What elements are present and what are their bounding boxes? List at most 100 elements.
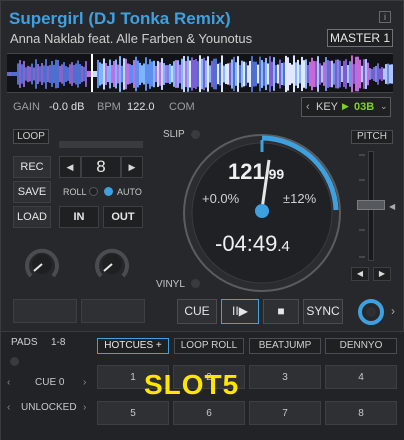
key-left-arrow-icon[interactable]: ‹: [306, 101, 310, 113]
play-pause-button[interactable]: II▶: [221, 299, 259, 324]
waveform-graphic: [7, 54, 393, 92]
expand-right-icon[interactable]: ›: [391, 304, 395, 318]
mode-loop-roll[interactable]: LOOP ROLL: [174, 338, 244, 354]
master-sync-icon[interactable]: [358, 299, 384, 325]
waveform-bar: [231, 59, 233, 89]
waveform-bar: [333, 63, 335, 85]
pitch-up-icon[interactable]: ▶: [373, 267, 391, 281]
waveform-bar: [251, 56, 253, 92]
cue-button[interactable]: CUE: [177, 299, 217, 324]
pitch-slider-handle[interactable]: [357, 200, 385, 210]
waveform-bar: [93, 71, 95, 77]
loop-in-button[interactable]: IN: [59, 206, 99, 228]
waveform-bar: [373, 67, 375, 81]
loop-out-button[interactable]: OUT: [103, 206, 143, 228]
waveform-bar: [191, 57, 193, 91]
pad-6[interactable]: 6: [173, 401, 245, 425]
vinyl-toggle-icon[interactable]: [191, 279, 200, 288]
waveform-bar: [249, 60, 251, 88]
waveform-bar: [335, 59, 337, 89]
waveform-bar: [89, 71, 91, 77]
pad-5[interactable]: 5: [97, 401, 169, 425]
fx-slot-2[interactable]: [81, 299, 145, 323]
mode-hotcues[interactable]: HOTCUES +: [97, 338, 169, 354]
waveform-bar: [119, 56, 121, 92]
waveform-overview[interactable]: [7, 53, 393, 93]
roll-dot-icon[interactable]: [89, 187, 98, 196]
mode-dennyo[interactable]: DENNYO: [325, 338, 397, 354]
waveform-bar: [13, 72, 15, 76]
pad-7[interactable]: 7: [249, 401, 321, 425]
remaining-time: -04:49.4: [215, 231, 290, 257]
pad-4[interactable]: 4: [325, 365, 397, 389]
loop-double-icon[interactable]: ▶: [121, 156, 143, 178]
waveform-bar: [153, 60, 155, 88]
waveform-bar: [177, 60, 179, 88]
waveform-bar: [127, 63, 129, 85]
gain-label: GAIN: [13, 101, 40, 113]
pitch-down-icon[interactable]: ◀: [351, 267, 369, 281]
vinyl-label: VINYL: [156, 279, 185, 290]
cue-prev-icon[interactable]: ‹: [7, 377, 10, 388]
cue-selector[interactable]: ‹ CUE 0 ›: [7, 377, 87, 391]
loop-label: LOOP: [13, 129, 49, 144]
waveform-bar: [155, 65, 157, 83]
waveform-bar: [235, 62, 237, 86]
auto-dot-icon[interactable]: [104, 187, 113, 196]
waveform-bar: [195, 59, 197, 89]
com-label: COM: [169, 101, 195, 113]
gain-value[interactable]: -0.0 dB: [49, 101, 84, 113]
loop-length-value: 8: [81, 156, 121, 178]
mode-beatjump[interactable]: BEATJUMP: [249, 338, 321, 354]
waveform-bar: [41, 63, 43, 85]
waveform-bar: [105, 63, 107, 85]
waveform-bar: [227, 63, 229, 85]
pad-3[interactable]: 3: [249, 365, 321, 389]
load-button[interactable]: LOAD: [13, 206, 51, 228]
lock-prev-icon[interactable]: ‹: [7, 402, 10, 413]
playhead-marker: [91, 54, 93, 92]
waveform-bar: [219, 62, 221, 86]
fx-knob-1[interactable]: [23, 245, 61, 283]
sync-button[interactable]: SYNC: [303, 299, 343, 324]
fx-knob-2[interactable]: [93, 245, 131, 283]
lock-next-icon[interactable]: ›: [83, 402, 86, 413]
time-main: -04:49: [215, 231, 278, 256]
key-selector[interactable]: ‹ KEY ▶ 03B ⌄: [301, 97, 391, 117]
rec-button[interactable]: REC: [13, 156, 51, 178]
jog-wheel[interactable]: [181, 132, 343, 294]
save-button[interactable]: SAVE: [13, 181, 51, 203]
waveform-bar: [193, 60, 195, 88]
stop-button[interactable]: ■: [263, 299, 299, 324]
waveform-bar: [57, 60, 59, 88]
cue-next-icon[interactable]: ›: [83, 377, 86, 388]
waveform-bar: [345, 59, 347, 89]
waveform-bar: [283, 62, 285, 86]
pad-8[interactable]: 8: [325, 401, 397, 425]
loop-halve-icon[interactable]: ◀: [59, 156, 81, 178]
waveform-bar: [149, 59, 151, 89]
waveform-bar: [275, 65, 277, 83]
waveform-bar: [157, 61, 159, 87]
fx-slot-1[interactable]: [13, 299, 77, 323]
master-button[interactable]: MASTER 1: [327, 29, 393, 47]
roll-auto-toggle[interactable]: ROLL AUTO: [61, 184, 145, 200]
waveform-bar: [285, 55, 287, 92]
waveform-bar: [145, 57, 147, 91]
waveform-bar: [141, 65, 143, 83]
waveform-bar: [327, 60, 329, 88]
waveform-bar: [95, 71, 97, 77]
track-artist: Anna Naklab feat. Alle Farben & Younotus: [10, 31, 253, 46]
waveform-bar: [139, 62, 141, 86]
chevron-down-icon[interactable]: ⌄: [380, 101, 388, 112]
info-icon[interactable]: i: [379, 11, 391, 23]
waveform-bar: [171, 65, 173, 83]
time-decimal: .4: [277, 238, 290, 255]
waveform-bar: [49, 65, 51, 83]
key-right-arrow-icon[interactable]: ▶: [342, 101, 349, 112]
pads-title: PADS: [11, 337, 38, 348]
pads-range[interactable]: 1-8: [51, 337, 65, 348]
waveform-bar: [301, 56, 303, 92]
waveform-bar: [259, 56, 261, 92]
lock-selector[interactable]: ‹ UNLOCKED ›: [7, 402, 87, 416]
